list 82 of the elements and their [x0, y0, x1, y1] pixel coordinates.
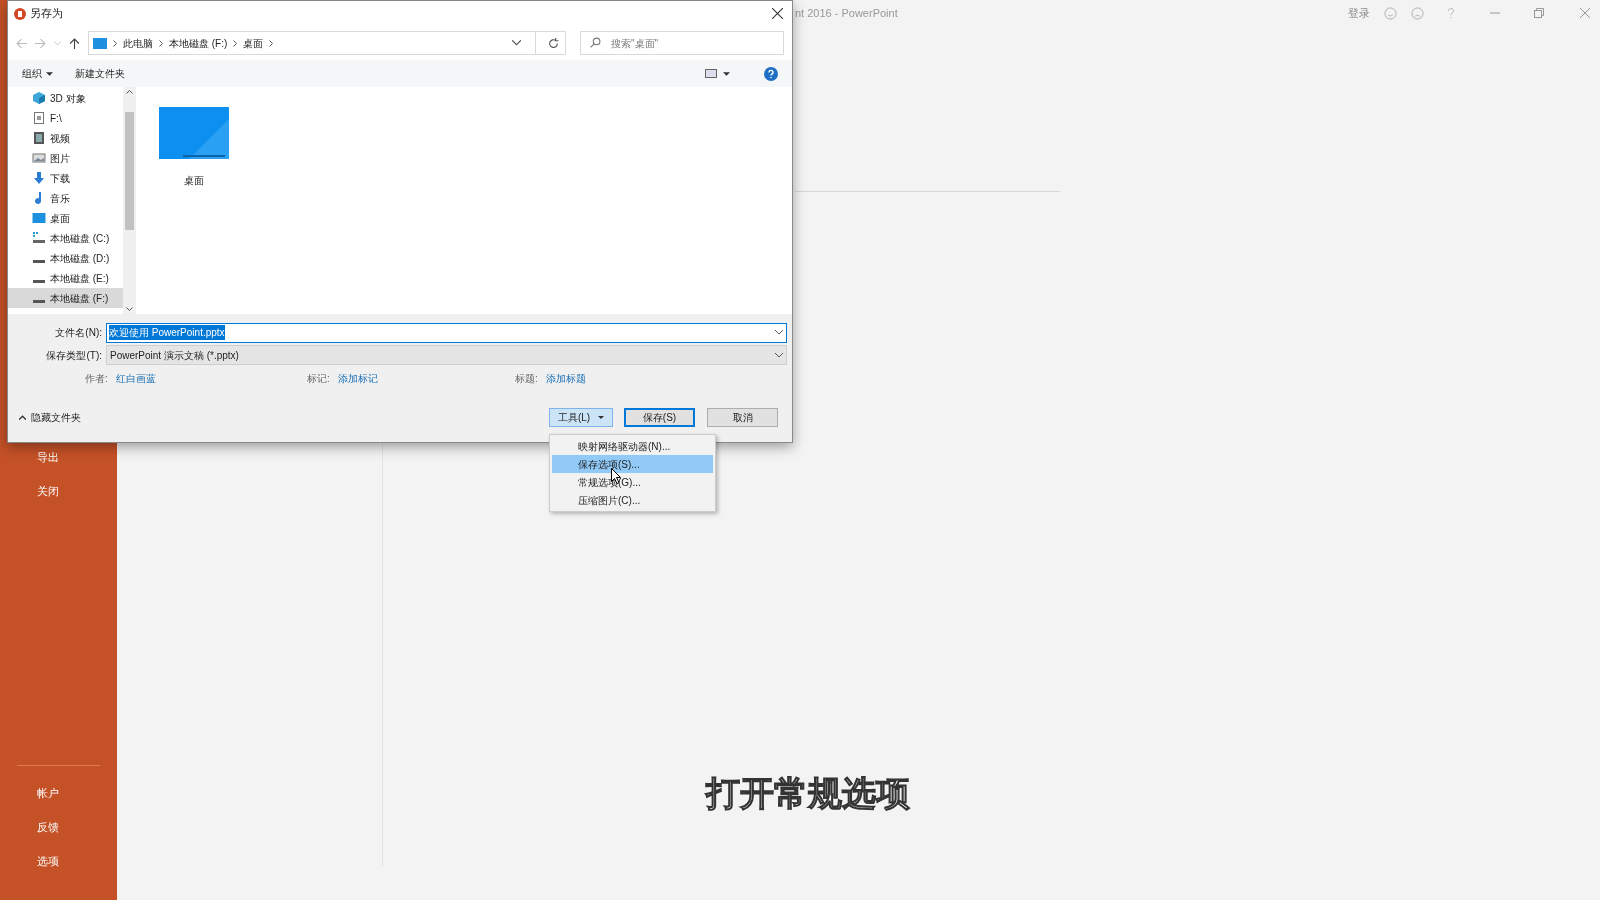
chevron-right-icon	[233, 39, 238, 47]
nav-item[interactable]: 本地磁盘 (F:)	[8, 288, 123, 308]
scroll-down-icon[interactable]	[126, 307, 133, 311]
save-button[interactable]: 保存(S)	[624, 408, 695, 427]
meta-label: 作者:	[85, 371, 108, 386]
sidebar-item[interactable]: 导出	[0, 440, 117, 474]
sidebar-item[interactable]: 帐户	[0, 776, 117, 810]
chevron-down-icon	[775, 352, 783, 358]
hide-folders-button[interactable]: 隐藏文件夹	[13, 410, 81, 425]
nav-item[interactable]: 桌面	[8, 208, 123, 228]
drive-icon	[33, 279, 45, 283]
cancel-button[interactable]: 取消	[707, 408, 778, 427]
chevron-up-icon	[19, 415, 26, 420]
nav-item[interactable]: 下载	[8, 168, 123, 188]
chevron-right-icon	[269, 39, 274, 47]
sidebar-item[interactable]: 反馈	[0, 810, 117, 844]
menu-item[interactable]: 映射网络驱动器(N)...	[552, 437, 713, 455]
chevron-right-icon	[159, 39, 163, 47]
breadcrumb-item[interactable]: 此电脑	[123, 35, 153, 51]
help-icon[interactable]	[764, 66, 778, 81]
menu-item[interactable]: 保存选项(S)...	[552, 455, 713, 473]
image-icon	[32, 151, 46, 165]
meta-label: 标记:	[307, 371, 330, 386]
nav-item[interactable]: 视频	[8, 128, 123, 148]
meta-value-link[interactable]: 添加标记	[337, 370, 378, 386]
scroll-up-icon[interactable]	[126, 90, 133, 94]
document-icon	[32, 111, 46, 125]
chevron-right-icon	[113, 39, 117, 47]
sidebar-item[interactable]: 关闭	[0, 474, 117, 508]
new-folder-button[interactable]: 新建文件夹	[75, 66, 125, 81]
sidebar-item[interactable]: 选项	[0, 844, 117, 878]
download-icon	[32, 171, 46, 185]
tools-button[interactable]: 工具(L)	[549, 408, 613, 427]
drive-icon	[32, 231, 46, 245]
film-icon	[32, 131, 46, 145]
desktop-folder-icon	[159, 107, 229, 159]
nav-item[interactable]: 音乐	[8, 188, 123, 208]
field-label: 文件名(N):	[54, 326, 103, 340]
field-label: 保存类型(T):	[45, 348, 103, 363]
window-title: nt 2016 - PowerPoint	[795, 5, 898, 21]
powerpoint-icon	[14, 7, 26, 20]
nav-item[interactable]: F:\	[8, 108, 123, 128]
nav-item[interactable]: 本地磁盘 (D:)	[8, 248, 123, 268]
forward-arrow-icon[interactable]	[35, 37, 46, 49]
smiley-icon[interactable]	[1384, 6, 1397, 20]
address-bar[interactable]: 此电脑 本地磁盘 (F:) 桌面	[88, 31, 566, 55]
frown-icon[interactable]	[1411, 6, 1424, 20]
meta-value-link[interactable]: 添加标题	[545, 370, 586, 386]
caret-icon[interactable]	[723, 71, 730, 76]
scrollbar[interactable]	[123, 87, 136, 314]
chevron-down-icon	[775, 330, 783, 335]
nav-item[interactable]: 本地磁盘 (E:)	[8, 268, 123, 288]
up-arrow-icon[interactable]	[69, 37, 80, 49]
search-field[interactable]: 搜索"桌面"	[580, 31, 784, 55]
nav-item[interactable]: 本地磁盘 (C:)	[8, 228, 123, 248]
search-icon	[590, 37, 601, 48]
restore-icon[interactable]	[1534, 8, 1544, 18]
close-icon[interactable]	[772, 8, 783, 19]
back-arrow-icon[interactable]	[16, 37, 27, 49]
file-name-field[interactable]: 欢迎使用 PowerPoint.pptx	[106, 322, 787, 343]
refresh-icon[interactable]	[548, 37, 559, 49]
caption: 打开常规选项	[705, 773, 910, 814]
menu-item[interactable]: 压缩图片(C)...	[552, 491, 713, 509]
meta-value-link[interactable]: 红白画蓝	[115, 370, 156, 386]
drive-icon	[33, 299, 45, 303]
caret-icon	[598, 416, 605, 419]
desktop-icon	[32, 211, 46, 225]
dialog-title: 另存为	[30, 6, 63, 22]
computer-icon	[93, 37, 107, 49]
view-icon[interactable]	[705, 69, 717, 78]
organize-button[interactable]: 组织	[22, 66, 53, 81]
cube-icon	[32, 91, 46, 105]
breadcrumb-item[interactable]: 本地磁盘 (F:)	[169, 35, 228, 51]
file-type-dropdown[interactable]: PowerPoint 演示文稿 (*.pptx)	[106, 345, 787, 365]
caret-icon	[46, 71, 53, 76]
drive-icon	[33, 259, 45, 263]
nav-item[interactable]: 3D 对象	[8, 88, 123, 108]
nav-item[interactable]: 图片	[8, 148, 123, 168]
meta-label: 标题:	[515, 371, 538, 386]
breadcrumb-item[interactable]: 桌面	[243, 35, 264, 51]
file-item[interactable]: 桌面	[158, 107, 230, 188]
chevron-down-icon[interactable]	[512, 40, 521, 46]
